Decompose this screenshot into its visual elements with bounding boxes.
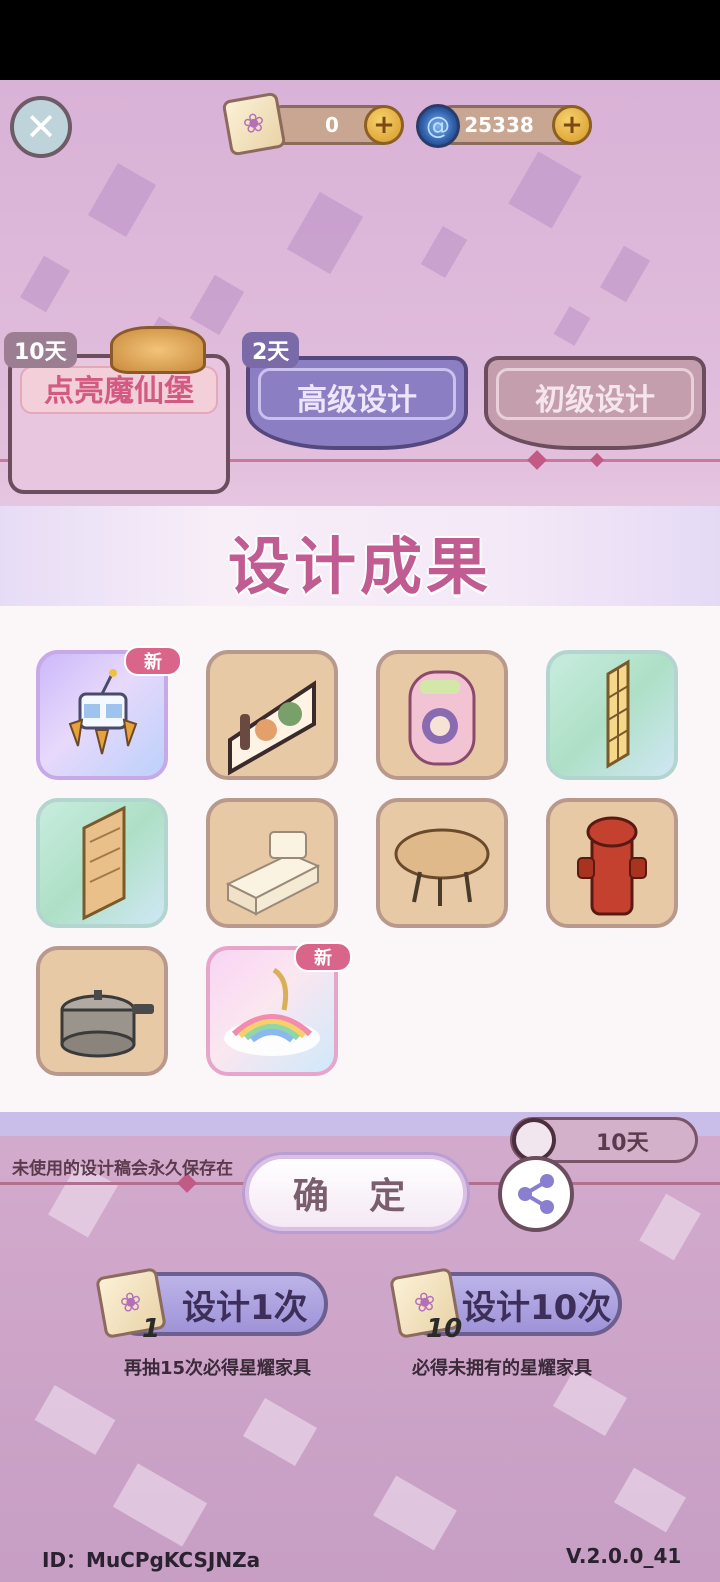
table-icon: [394, 828, 490, 906]
tab-advanced-design[interactable]: 高级设计: [246, 356, 468, 450]
close-icon: ✕: [25, 105, 57, 149]
plus-icon: +: [373, 110, 395, 140]
design-ten-label: 设计10次: [462, 1287, 612, 1328]
version-text: V.2.0.0_41: [566, 1544, 682, 1568]
sink-icon: [225, 831, 321, 916]
currency-gem-value: 25338: [464, 113, 534, 137]
result-item-backpack[interactable]: [376, 650, 508, 780]
tab-basic-design[interactable]: 初级设计: [484, 356, 706, 450]
tab-day-badge: 10天: [4, 332, 77, 368]
close-button[interactable]: ✕: [10, 96, 72, 158]
share-icon: [518, 1174, 554, 1214]
currency-scroll-value: 0: [325, 113, 339, 137]
swirl-gem-icon: @: [416, 104, 460, 148]
design-result-panel: 设计成果 新 新: [0, 506, 720, 1136]
new-badge: 新: [294, 942, 352, 972]
panel-title: 设计成果: [227, 530, 492, 603]
result-item-cooker[interactable]: [36, 946, 168, 1076]
confirm-label: 确 定: [292, 1176, 420, 1217]
backpack-icon: [408, 670, 476, 766]
player-id-text: ID：MuCPgKCSJNZa: [42, 1548, 261, 1572]
hydrant-icon: [577, 816, 647, 916]
tab-day-badge: 2天: [242, 332, 300, 368]
share-button[interactable]: [498, 1156, 574, 1232]
result-item-window[interactable]: [546, 650, 678, 780]
bottle-shelf-icon: [228, 680, 316, 776]
design-ten-subtext: 必得未拥有的星耀家具: [412, 1358, 592, 1379]
design-ten-count: 10: [426, 1314, 463, 1344]
status-bar: [0, 0, 720, 80]
door-icon: [82, 805, 126, 921]
new-badge: 新: [124, 646, 182, 676]
tab-label: 初级设计: [535, 383, 655, 418]
currency-gem-plus-button[interactable]: +: [552, 105, 592, 145]
crown-ornament-icon: [110, 326, 206, 374]
tab-label: 高级设计: [297, 383, 417, 418]
currency-scroll-plus-button[interactable]: +: [364, 105, 404, 145]
cooker-icon: [60, 990, 154, 1058]
timer-text: 10天: [596, 1131, 649, 1156]
result-item-door[interactable]: [36, 798, 168, 928]
result-item-hydrant[interactable]: [546, 798, 678, 928]
design-once-label: 设计1次: [182, 1287, 308, 1328]
plus-icon: +: [561, 110, 583, 140]
confirm-button[interactable]: 确 定: [245, 1155, 467, 1231]
design-scroll-icon: ❀: [221, 91, 287, 157]
result-item-bottle-shelf[interactable]: [206, 650, 338, 780]
result-item-sink[interactable]: [206, 798, 338, 928]
design-once-count: 1: [142, 1314, 161, 1344]
tab-light-castle[interactable]: 点亮魔仙堡: [8, 354, 230, 494]
window-icon: [606, 659, 630, 769]
unused-design-info-text: 未使用的设计稿会永久保存在: [12, 1159, 233, 1179]
result-item-table[interactable]: [376, 798, 508, 928]
design-once-subtext: 再抽15次必得星耀家具: [124, 1358, 312, 1379]
